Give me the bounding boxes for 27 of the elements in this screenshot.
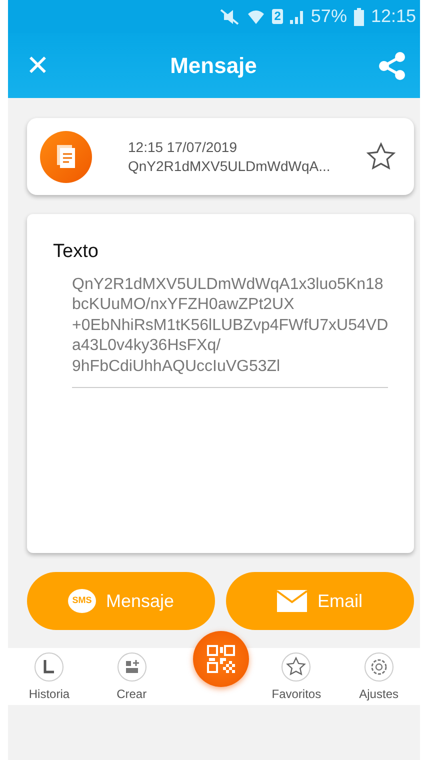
sim-indicator: 2 (272, 9, 283, 24)
battery-icon (354, 8, 364, 26)
nav-tab[interactable]: Historia (8, 648, 90, 705)
battery-percent: 57% (310, 5, 347, 28)
mute-icon (218, 8, 240, 24)
nav-tab[interactable]: Ajustes (338, 648, 420, 705)
entry-datetime: 12:15 17/07/2019 (128, 138, 238, 156)
settings-icon (364, 652, 394, 682)
entry-preview: QnY2R1dMXV5ULDmWdWqA... (128, 156, 332, 176)
favorite-star-icon[interactable] (366, 142, 396, 172)
signal-icon (290, 9, 304, 24)
wifi-icon (247, 8, 266, 25)
nav-tab[interactable]: Favoritos (255, 648, 338, 705)
message-text: QnY2R1dMXV5ULDmWdWqA1x3luo5Kn18 bcKUuMO/nxYFZH0awZPt2UX +0EbNhiRsM1tK56lLUBZvp4FWfU7xU54VD a43L0v4ky36HsFXq/ 9hFbCdiUhhAQUccIuVG53Zl (72, 274, 388, 388)
sms-icon: SMS (68, 589, 96, 613)
share-icon[interactable] (378, 52, 406, 80)
envelope-icon (277, 590, 308, 612)
entry-card[interactable]: 12:15 17/07/2019 QnY2R1dMXV5ULDmWdWqA... (27, 118, 414, 195)
nav-tab[interactable]: Crear (90, 648, 173, 705)
qr-code-icon (206, 644, 236, 674)
clock: 12:15 (370, 5, 416, 28)
scan-button[interactable] (193, 631, 249, 687)
screen-title: Mensaje (170, 52, 257, 80)
qr-plus-icon (116, 652, 147, 682)
document-icon (40, 130, 92, 182)
clock-icon (34, 652, 64, 682)
text-heading: Texto (53, 240, 100, 264)
